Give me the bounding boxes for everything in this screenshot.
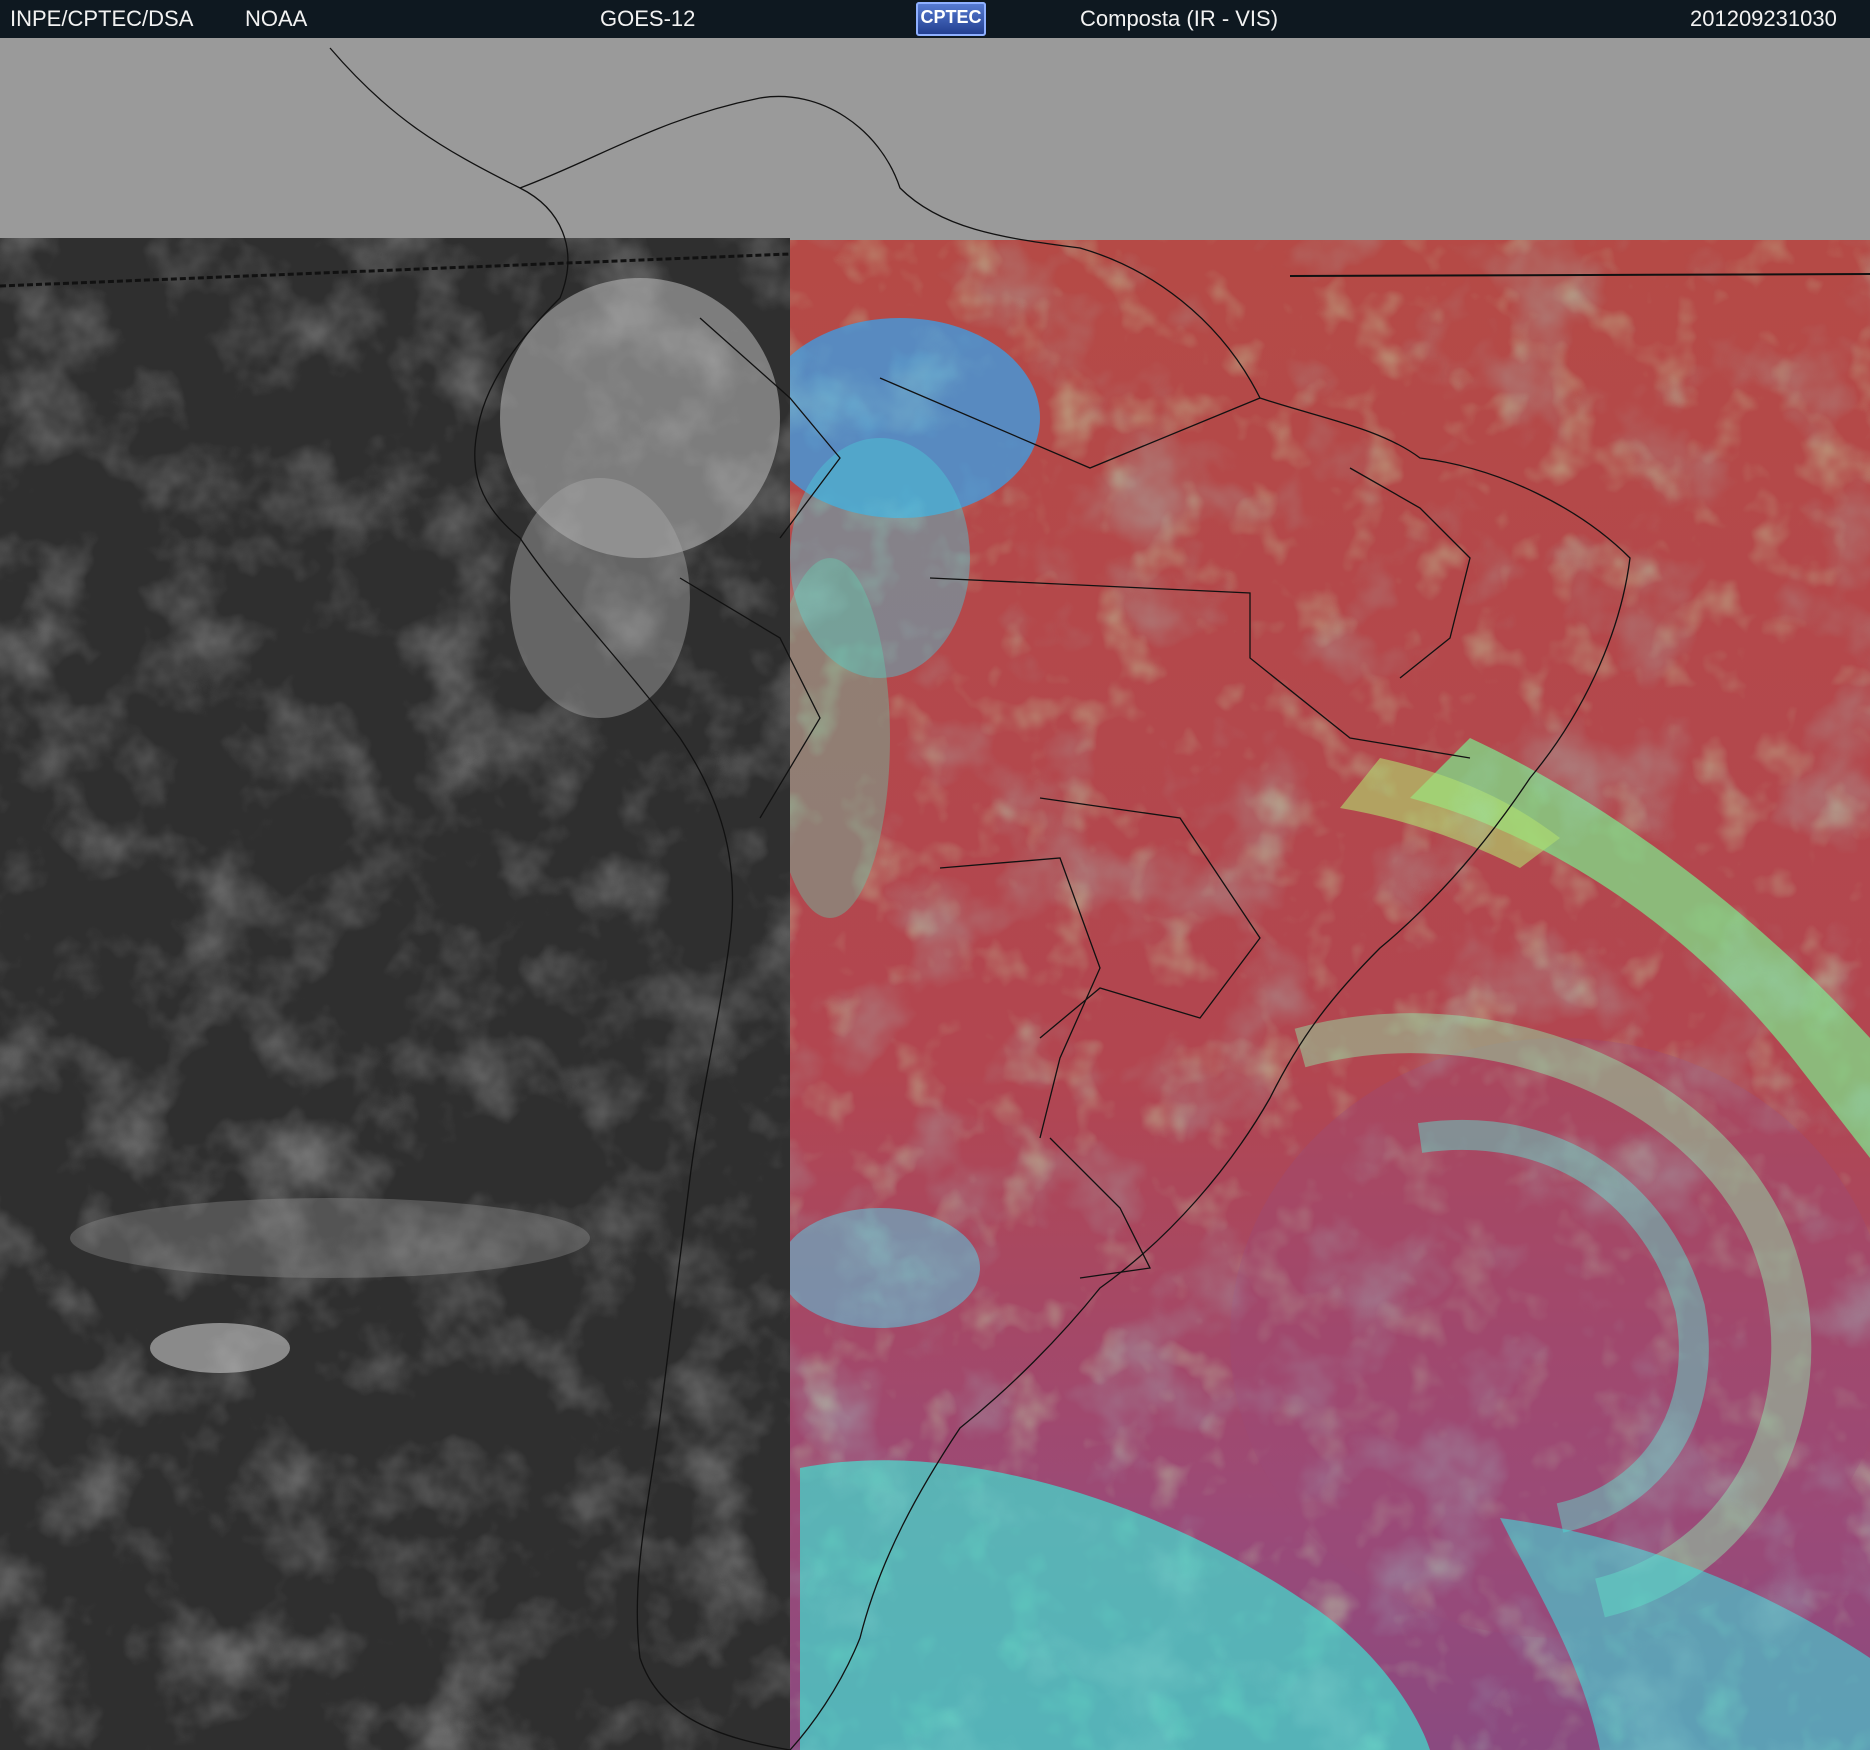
- cptec-logo: CPTEC: [916, 2, 986, 36]
- satellite-map: [0, 38, 1870, 1750]
- satellite-image: [0, 38, 1870, 1750]
- organization-label: INPE/CPTEC/DSA: [10, 6, 194, 31]
- agency-label: NOAA: [245, 6, 308, 31]
- product-label: Composta (IR - VIS): [1080, 6, 1279, 31]
- composite-region: [790, 240, 1870, 1750]
- timestamp-label: 201209231030: [1690, 6, 1837, 31]
- header-bar: INPE/CPTEC/DSA NOAA GOES-12 CPTEC Compos…: [0, 0, 1870, 38]
- no-data-band: [0, 38, 1870, 240]
- satellite-label: GOES-12: [600, 6, 696, 31]
- ir-region: [0, 238, 790, 1750]
